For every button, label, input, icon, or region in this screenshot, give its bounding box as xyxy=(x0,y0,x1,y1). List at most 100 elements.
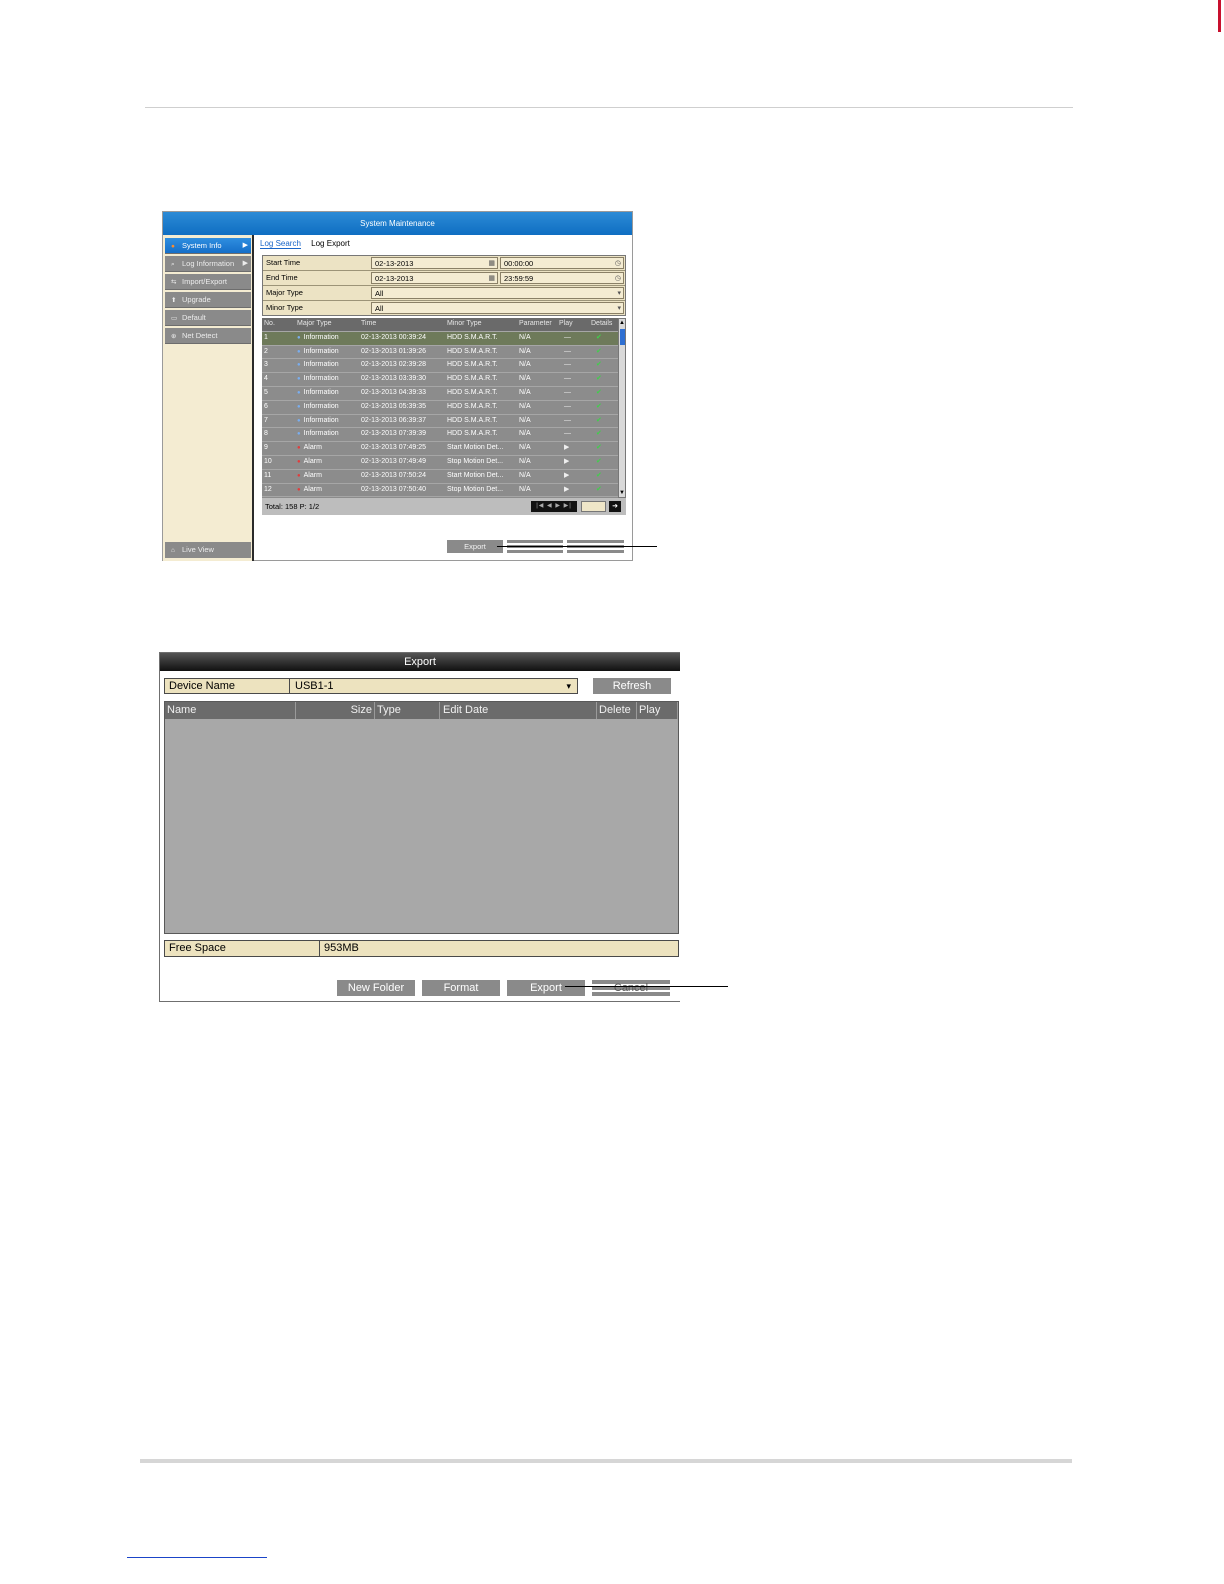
alarm-icon: ● xyxy=(297,486,301,493)
cell-time: 02-13-2013 07:49:25 xyxy=(361,444,426,452)
file-table-header: Name Size Type Edit Date Delete Play xyxy=(165,702,678,719)
details-check-icon[interactable]: ✔ xyxy=(596,470,602,483)
new-folder-button[interactable]: New Folder xyxy=(337,980,415,996)
details-check-icon[interactable]: ✔ xyxy=(596,401,602,414)
details-check-icon[interactable]: ✔ xyxy=(596,415,602,428)
default-icon: ▭ xyxy=(171,315,178,322)
export-confirm-button[interactable]: Export xyxy=(507,980,585,996)
search-icon: ⌕ xyxy=(171,261,175,268)
cell-play[interactable]: — xyxy=(564,428,571,441)
info-icon: ● xyxy=(297,334,301,341)
calendar-icon[interactable]: ▦ xyxy=(488,258,495,270)
free-space-row: Free Space 953MB xyxy=(164,940,679,957)
cell-time: 02-13-2013 07:50:24 xyxy=(361,471,426,479)
cell-play[interactable]: — xyxy=(564,401,571,414)
end-date-field[interactable]: 02-13-2013 ▦ xyxy=(371,272,498,284)
cell-major-type: ● Information xyxy=(297,361,339,369)
sidebar-item-upgrade[interactable]: ⬆ Upgrade xyxy=(165,292,251,308)
table-row[interactable]: 10 ● Alarm 02-13-2013 07:49:49 Stop Motion D… xyxy=(262,456,618,470)
cell-play[interactable]: — xyxy=(564,415,571,428)
table-row[interactable]: 6 ● Information 02-13-2013 05:39:35 HDD S.M.… xyxy=(262,401,618,415)
start-clock-field[interactable]: 00:00:00 ◷ xyxy=(500,257,624,269)
cell-play[interactable]: ▶ xyxy=(564,484,569,497)
col-type: Type xyxy=(375,702,440,719)
refresh-button[interactable]: Refresh xyxy=(593,678,671,694)
details-check-icon[interactable]: ✔ xyxy=(596,346,602,359)
sidebar-item-net-detect[interactable]: ⊕ Net Detect xyxy=(165,328,251,344)
cell-play[interactable]: — xyxy=(564,387,571,400)
col-size: Size xyxy=(296,702,375,719)
table-row[interactable]: 5 ● Information 02-13-2013 04:39:33 HDD S.M.… xyxy=(262,387,618,401)
page-number-input[interactable] xyxy=(581,501,606,512)
chevron-down-icon[interactable]: ▾ xyxy=(566,679,571,693)
system-maintenance-window: System Maintenance ● System Info ▶ ⌕ Log I… xyxy=(162,211,633,561)
sidebar-item-log-information[interactable]: ⌕ Log Information ▶ xyxy=(165,256,251,272)
details-check-icon[interactable]: ✔ xyxy=(596,442,602,455)
go-arrow-icon[interactable]: ➜ xyxy=(609,501,621,512)
end-clock-field[interactable]: 23:59:59 ◷ xyxy=(500,272,624,284)
cell-play[interactable]: — xyxy=(564,332,571,345)
tab-log-search[interactable]: Log Search xyxy=(260,239,301,249)
table-row[interactable]: 11 ● Alarm 02-13-2013 07:50:24 Start Motion … xyxy=(262,470,618,484)
alarm-icon: ● xyxy=(297,458,301,465)
details-check-icon[interactable]: ✔ xyxy=(596,332,602,345)
clock-icon[interactable]: ◷ xyxy=(615,258,621,270)
export-button[interactable]: Export xyxy=(447,540,503,553)
details-check-icon[interactable]: ✔ xyxy=(596,373,602,386)
cell-major-type: ●Alarm xyxy=(297,471,322,479)
details-check-icon[interactable]: ✔ xyxy=(596,484,602,497)
details-check-icon[interactable]: ✔ xyxy=(596,428,602,441)
table-row[interactable]: 2 ● Information 02-13-2013 01:39:26 HDD S.M.… xyxy=(262,346,618,360)
details-check-icon[interactable]: ✔ xyxy=(596,359,602,372)
sidebar-item-default[interactable]: ▭ Default xyxy=(165,310,251,326)
cell-play[interactable]: — xyxy=(564,373,571,386)
scroll-up-icon[interactable]: ▲ xyxy=(619,319,625,327)
cell-play[interactable]: ▶ xyxy=(564,470,569,483)
total-count: Total: 158 P: 1/2 xyxy=(265,502,320,511)
scroll-thumb[interactable] xyxy=(620,329,625,345)
log-table-scrollbar[interactable]: ▲ ▼ xyxy=(618,318,626,498)
end-time-label: End Time xyxy=(266,273,298,282)
col-play: Play xyxy=(559,320,573,327)
live-view-button[interactable]: ⌂ Live View xyxy=(165,542,251,558)
details-check-icon[interactable]: ✔ xyxy=(596,456,602,469)
minor-type-select[interactable]: All ▾ xyxy=(371,302,624,314)
major-type-select[interactable]: All ▾ xyxy=(371,287,624,299)
format-button[interactable]: Format xyxy=(422,980,500,996)
callout-line-export-confirm xyxy=(565,986,728,987)
cell-time: 02-13-2013 07:50:40 xyxy=(361,485,426,493)
cell-play[interactable]: — xyxy=(564,359,571,372)
cell-parameter: N/A xyxy=(519,361,531,369)
tab-log-export[interactable]: Log Export xyxy=(311,239,350,248)
cell-no: 5 xyxy=(264,388,268,396)
cell-major-type: ●Alarm xyxy=(297,457,322,465)
details-check-icon[interactable]: ✔ xyxy=(596,387,602,400)
cell-major-type: ●Alarm xyxy=(297,485,322,493)
table-row[interactable]: 3 ● Information 02-13-2013 02:39:28 HDD S.M.… xyxy=(262,359,618,374)
col-play: Play xyxy=(637,702,678,719)
scroll-down-icon[interactable]: ▼ xyxy=(619,489,625,497)
device-name-select[interactable]: USB1-1 xyxy=(295,679,334,693)
cell-no: 9 xyxy=(264,444,268,452)
table-row[interactable]: 7 ● Information 02-13-2013 06:39:37 HDD S.M.… xyxy=(262,415,618,429)
cell-parameter: N/A xyxy=(519,444,531,452)
cell-no: 7 xyxy=(264,416,268,424)
start-date-field[interactable]: 02-13-2013 ▦ xyxy=(371,257,498,269)
sidebar-item-import-export[interactable]: ⇆ Import/Export xyxy=(165,274,251,290)
table-row[interactable]: 12 ● Alarm 02-13-2013 07:50:40 Stop Motion D… xyxy=(262,484,618,498)
cell-play[interactable]: — xyxy=(564,346,571,359)
cell-minor-type: HDD S.M.A.R.T. xyxy=(447,430,498,438)
calendar-icon[interactable]: ▦ xyxy=(488,273,495,285)
cell-minor-type: Stop Motion Det... xyxy=(447,457,504,465)
table-row[interactable]: 9 ● Alarm 02-13-2013 07:49:25 Start Motion D… xyxy=(262,442,618,456)
cancel-button[interactable]: Cancel xyxy=(592,980,670,996)
sidebar-item-system-info[interactable]: ● System Info ▶ xyxy=(165,238,251,254)
page-navigation[interactable]: |◀ ◀ ▶ ▶| xyxy=(531,501,577,512)
cell-play[interactable]: ▶ xyxy=(564,442,569,455)
cell-play[interactable]: ▶ xyxy=(564,456,569,469)
table-row[interactable]: 8 ● Information 02-13-2013 07:39:39 HDD S.M.… xyxy=(262,428,618,443)
table-row[interactable]: 1 ● Information 02-13-2013 00:39:24 HDD S.M.… xyxy=(262,331,618,346)
device-name-label: Device Name xyxy=(169,680,236,692)
table-row[interactable]: 4 ● Information 02-13-2013 03:39:30 HDD S.M.… xyxy=(262,373,618,387)
clock-icon[interactable]: ◷ xyxy=(615,273,621,285)
